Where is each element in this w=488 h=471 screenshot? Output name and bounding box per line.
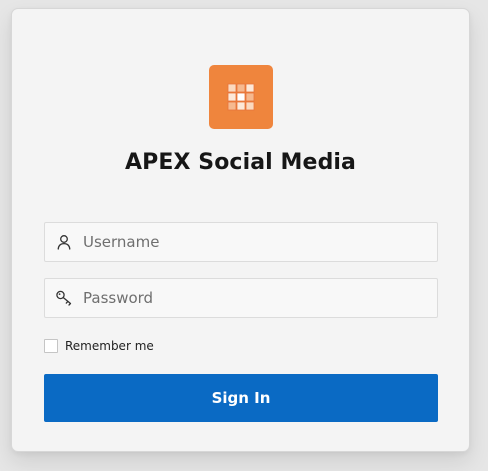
password-input[interactable] [83, 280, 437, 316]
username-input[interactable] [83, 224, 437, 260]
password-field[interactable] [44, 278, 438, 318]
sign-in-button[interactable]: Sign In [44, 374, 438, 422]
username-field[interactable] [44, 222, 438, 262]
key-icon [45, 279, 83, 317]
remember-me[interactable]: Remember me [44, 338, 154, 354]
grid-tiles-icon [227, 83, 255, 111]
login-card: APEX Social Media Remember me Sign In [11, 8, 470, 452]
remember-me-checkbox[interactable] [44, 339, 58, 353]
remember-me-label[interactable]: Remember me [65, 339, 154, 353]
app-title: APEX Social Media [124, 150, 357, 175]
app-logo-icon [209, 65, 273, 129]
user-icon [45, 223, 83, 261]
